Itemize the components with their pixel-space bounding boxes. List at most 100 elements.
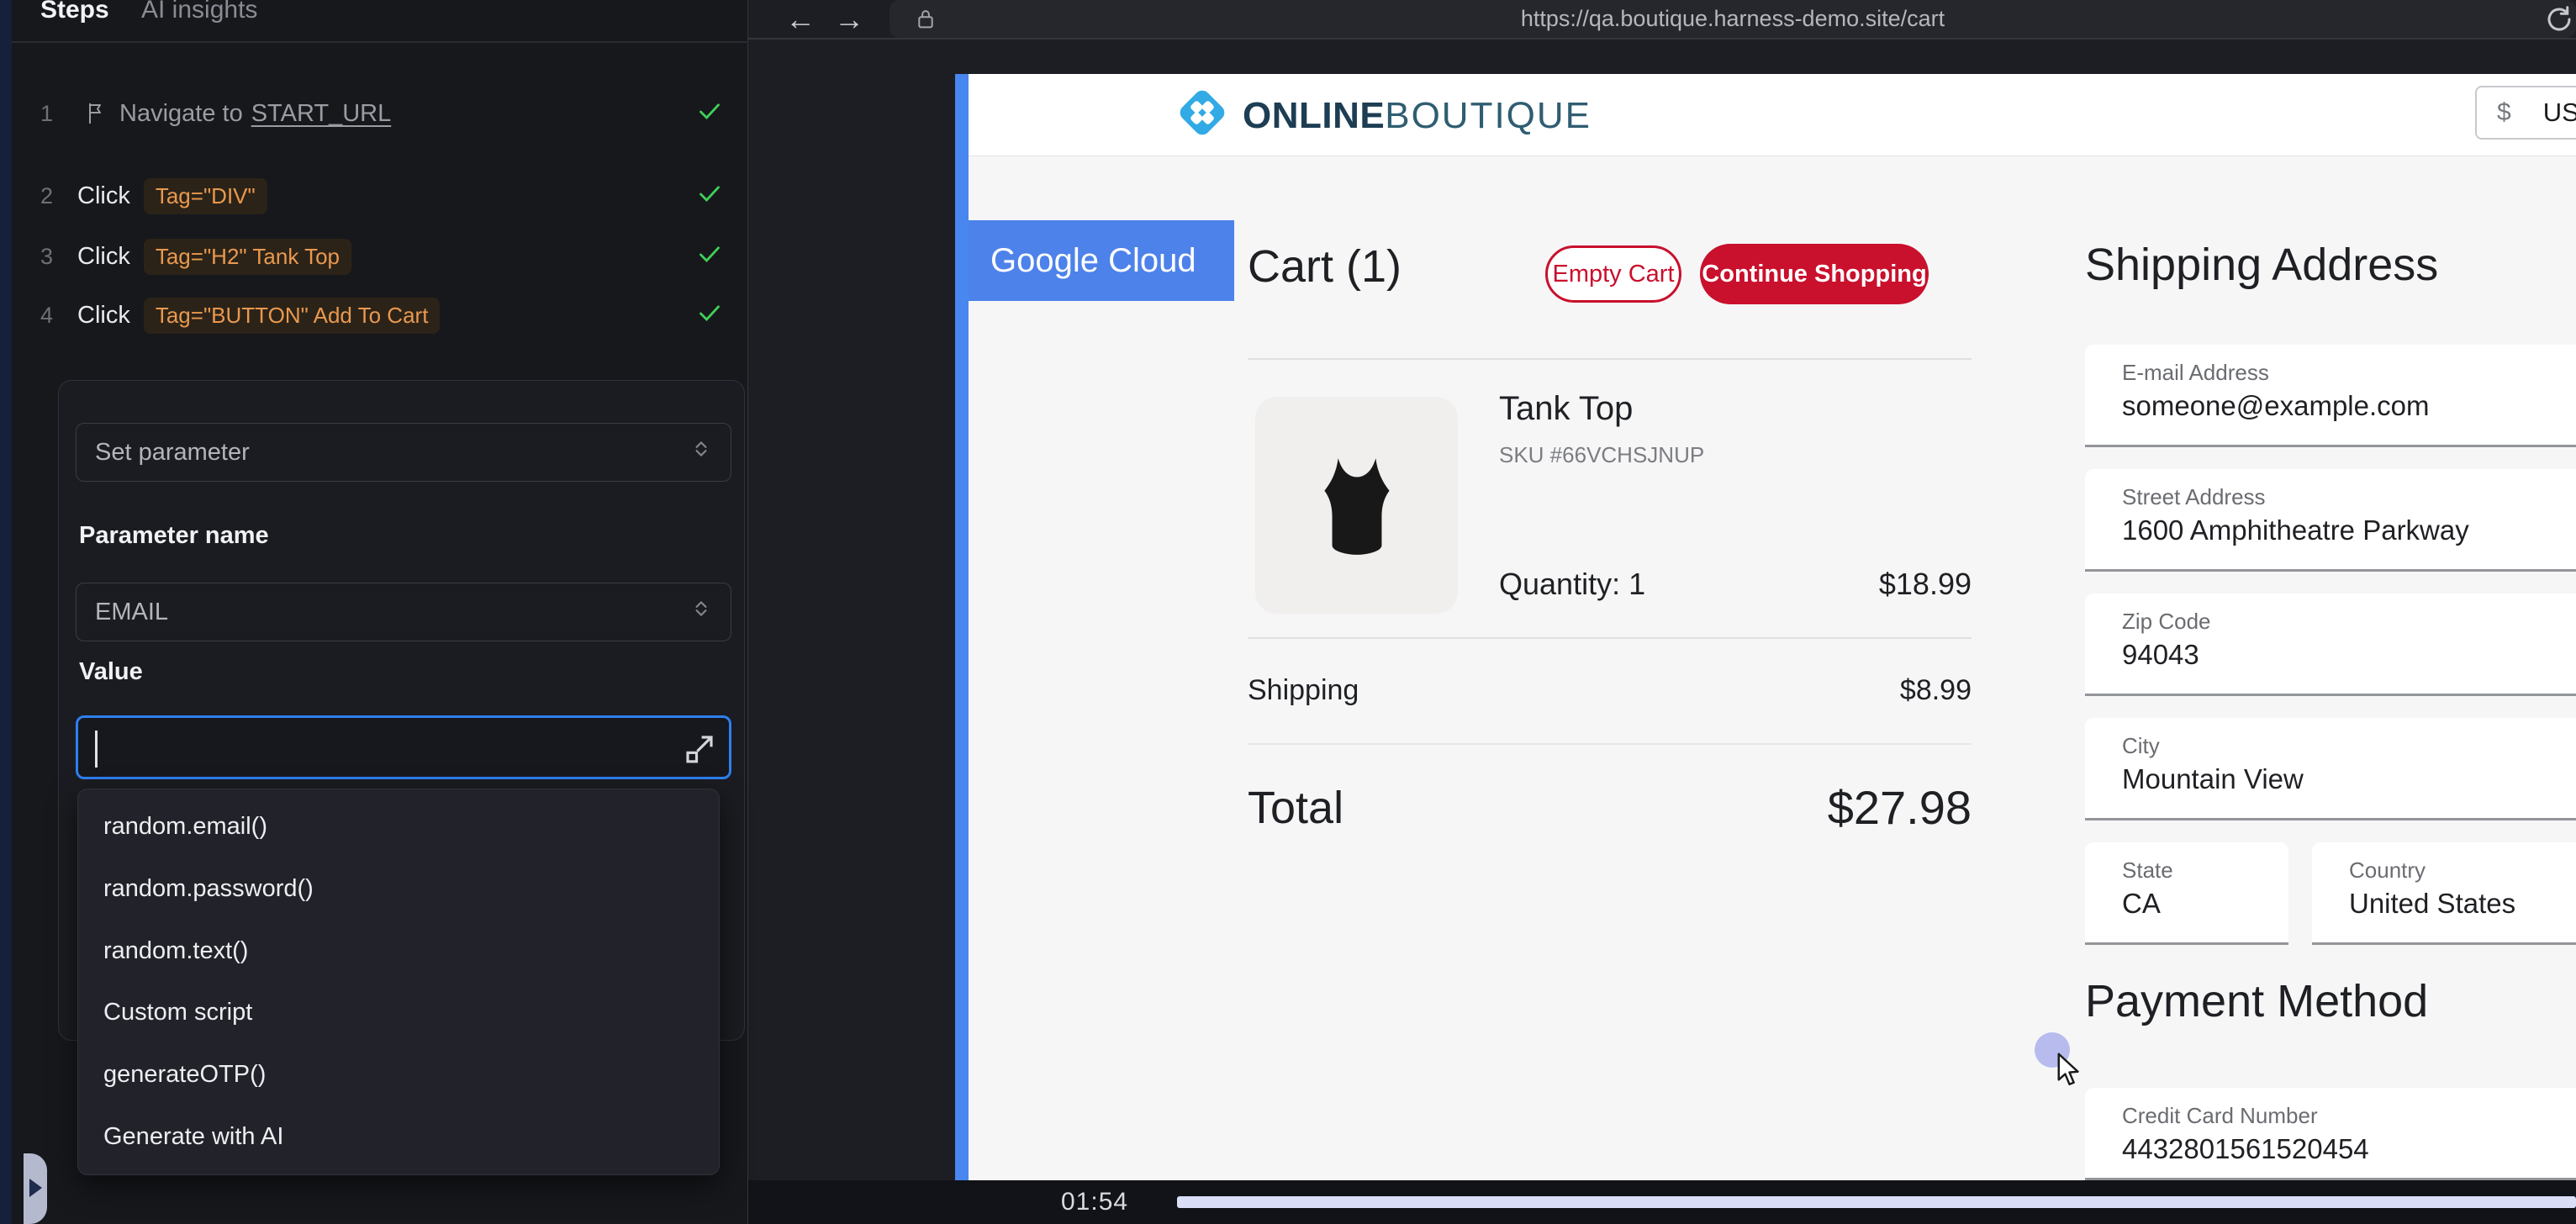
total-value: $27.98: [1584, 780, 1972, 835]
step-target-badge[interactable]: Tag="BUTTON" Add To Cart: [144, 298, 441, 334]
cart-item-price: $18.99: [1668, 567, 1972, 602]
continue-shopping-button[interactable]: Continue Shopping: [1700, 244, 1929, 304]
state-field-label: State: [2122, 857, 2173, 884]
step-row-navigate[interactable]: 1 Navigate to START_URL: [40, 93, 721, 134]
dropdown-option-random-email[interactable]: random.email(): [78, 796, 719, 858]
dropdown-option-random-text[interactable]: random.text(): [78, 920, 719, 982]
steps-sidebar: Steps AI insights 1 Navigate to START_UR…: [12, 0, 748, 1224]
url-text: https://qa.boutique.harness-demo.site/ca…: [889, 0, 2576, 38]
step-number: 1: [40, 101, 66, 127]
street-address-field[interactable]: Street Address 1600 Amphitheatre Parkway: [2085, 469, 2576, 572]
google-cloud-ribbon: Google Cloud: [969, 220, 1234, 301]
shipping-cost-value: $8.99: [1668, 674, 1972, 707]
step-action: Click: [77, 243, 130, 271]
step-row-click-button[interactable]: 4 Click Tag="BUTTON" Add To Cart: [40, 295, 721, 335]
parameter-name-value: EMAIL: [95, 599, 168, 626]
parameter-name-label: Parameter name: [79, 522, 269, 550]
shipping-address-title: Shipping Address: [2085, 239, 2438, 291]
browser-toolbar: ← → https://qa.boutique.harness-demo.sit…: [748, 0, 2576, 40]
cart-title: Cart (1): [1248, 240, 1401, 293]
timeline-timestamp: 01:54: [1061, 1180, 1128, 1224]
back-icon[interactable]: ←: [785, 0, 816, 39]
city-field-label: City: [2122, 733, 2160, 759]
divider: [1248, 358, 1972, 360]
email-field-value: someone@example.com: [2122, 390, 2430, 422]
cart-item-quantity: Quantity: 1: [1499, 567, 1645, 602]
replay-timeline-bar: 01:54: [748, 1180, 2576, 1224]
currency-code: USD: [2543, 98, 2576, 128]
brand-wordmark[interactable]: ONLINEBOUTIQUE: [1243, 96, 1592, 136]
mouse-cursor-icon: [2051, 1051, 2087, 1094]
site-header: ONLINEBOUTIQUE $ USD: [969, 74, 2576, 156]
left-rail: [0, 0, 12, 1224]
dropdown-option-generate-with-ai[interactable]: Generate with AI: [78, 1105, 719, 1168]
product-image-tank-top: [1255, 397, 1458, 614]
play-icon: [29, 1179, 42, 1197]
action-select-value: Set parameter: [95, 439, 250, 467]
cart-item-sku: SKU #66VCHSJNUP: [1499, 442, 1704, 468]
step-row-click-h2[interactable]: 3 Click Tag="H2" Tank Top: [40, 236, 721, 277]
city-field-value: Mountain View: [2122, 763, 2304, 795]
divider: [1248, 637, 1972, 639]
payment-method-title: Payment Method: [2085, 975, 2428, 1027]
value-label: Value: [79, 658, 143, 686]
dropdown-option-custom-script[interactable]: Custom script: [78, 982, 719, 1044]
check-icon: [698, 102, 721, 126]
total-label: Total: [1248, 782, 1343, 834]
step-number: 2: [40, 183, 66, 209]
value-input[interactable]: [76, 715, 731, 779]
brand-light: BOUTIQUE: [1385, 95, 1592, 136]
step-target-link[interactable]: START_URL: [251, 100, 392, 128]
brand-bold: ONLINE: [1243, 95, 1385, 136]
expand-editor-icon[interactable]: [682, 731, 717, 771]
dropdown-option-random-password[interactable]: random.password(): [78, 858, 719, 921]
state-field-value: CA: [2122, 888, 2161, 920]
value-suggestions-dropdown: random.email() random.password() random.…: [77, 789, 720, 1175]
reload-icon[interactable]: [2544, 4, 2574, 39]
street-field-label: Street Address: [2122, 484, 2266, 510]
step-action: Click: [77, 182, 130, 210]
app-root: Steps AI insights 1 Navigate to START_UR…: [0, 0, 2576, 1224]
city-field[interactable]: City Mountain View: [2085, 718, 2576, 820]
street-field-value: 1600 Amphitheatre Parkway: [2122, 514, 2469, 546]
check-icon: [698, 303, 721, 328]
dropdown-option-generate-otp[interactable]: generateOTP(): [78, 1044, 719, 1106]
timeline-progress-track[interactable]: [1177, 1196, 2576, 1208]
viewport-accent-edge: [955, 74, 969, 1180]
email-field[interactable]: E-mail Address someone@example.com: [2085, 345, 2576, 447]
currency-symbol: $: [2497, 98, 2511, 127]
step-number: 4: [40, 303, 66, 329]
action-select[interactable]: Set parameter: [76, 423, 731, 482]
country-field[interactable]: Country United States: [2312, 842, 2576, 945]
country-field-value: United States: [2349, 888, 2515, 920]
forward-icon[interactable]: →: [834, 0, 864, 39]
shipping-cost-label: Shipping: [1248, 674, 1359, 707]
sidebar-collapse-toggle[interactable]: [24, 1153, 47, 1224]
parameter-name-select[interactable]: EMAIL: [76, 583, 731, 641]
email-field-label: E-mail Address: [2122, 360, 2269, 386]
credit-card-label: Credit Card Number: [2122, 1103, 2318, 1129]
chevron-updown-icon: [690, 598, 712, 626]
check-icon: [698, 245, 721, 269]
step-action: Navigate to: [119, 100, 243, 128]
country-field-label: Country: [2349, 857, 2426, 884]
check-icon: [698, 184, 721, 208]
online-boutique-logo-icon[interactable]: [1175, 86, 1229, 144]
step-target-badge[interactable]: Tag="DIV": [144, 178, 267, 214]
tab-ai-insights[interactable]: AI insights: [141, 0, 257, 27]
step-row-click-div[interactable]: 2 Click Tag="DIV": [40, 176, 721, 216]
cart-item-name[interactable]: Tank Top: [1499, 390, 1633, 428]
tab-steps[interactable]: Steps: [40, 0, 109, 27]
empty-cart-button[interactable]: Empty Cart: [1545, 245, 1681, 303]
state-field[interactable]: State CA: [2085, 842, 2288, 945]
zip-field-value: 94043: [2122, 639, 2199, 671]
boutique-page: ONLINEBOUTIQUE $ USD Google Cloud Cart (…: [969, 74, 2576, 1180]
step-action: Click: [77, 302, 130, 330]
zip-field-label: Zip Code: [2122, 609, 2211, 635]
zip-code-field[interactable]: Zip Code 94043: [2085, 594, 2576, 696]
step-target-badge[interactable]: Tag="H2" Tank Top: [144, 239, 351, 275]
currency-select[interactable]: $ USD: [2475, 86, 2576, 140]
address-bar[interactable]: https://qa.boutique.harness-demo.site/ca…: [889, 0, 2576, 38]
text-caret: [95, 731, 98, 768]
credit-card-number-field[interactable]: Credit Card Number 4432801561520454: [2085, 1088, 2576, 1180]
